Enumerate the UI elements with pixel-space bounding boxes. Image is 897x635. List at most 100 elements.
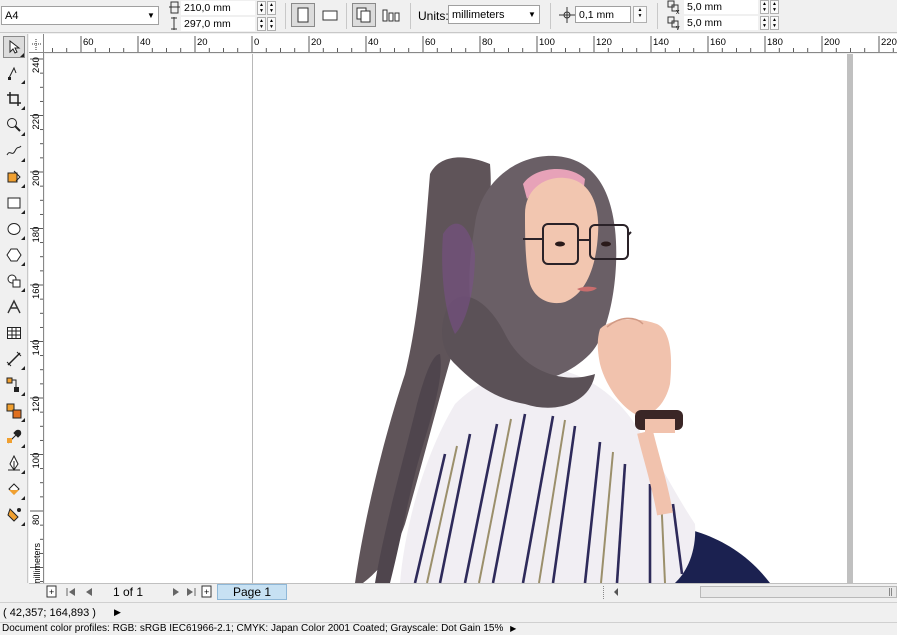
horizontal-ruler[interactable]: 60 40 20 0 20 40 60 80 100 120 140 160 180 200 220 — [44, 34, 897, 53]
chevron-down-icon: ▼ — [147, 11, 155, 20]
scroll-left-button[interactable] — [611, 587, 621, 597]
rectangle-tool-icon — [7, 197, 21, 209]
ruler-label: 180 — [767, 37, 783, 48]
insert-page-after-button[interactable]: + — [200, 585, 214, 599]
color-profiles-text[interactable]: Document color profiles: RGB: sRGB IEC61… — [2, 623, 503, 634]
crop-tool[interactable] — [3, 88, 25, 110]
separator — [346, 3, 347, 29]
pick-tool[interactable] — [3, 36, 25, 58]
eyedropper-tool[interactable] — [3, 426, 25, 448]
ruler-label: 100 — [31, 453, 42, 469]
duplicate-y-spinner[interactable]: ▲ ▼ — [760, 16, 769, 30]
duplicate-x-spinner[interactable]: ▲ ▼ — [760, 0, 769, 14]
ruler-label: 40 — [368, 37, 379, 48]
drawing-canvas[interactable] — [45, 54, 897, 583]
ruler-label: 80 — [31, 514, 42, 525]
separator — [410, 3, 411, 29]
landscape-button[interactable] — [318, 3, 342, 27]
basic-shapes-tool[interactable] — [3, 270, 25, 292]
connector-tool-icon — [6, 377, 19, 392]
page-width-field[interactable]: 210,0 mm — [181, 1, 255, 15]
width-lock-toggle[interactable]: ▲ ▼ — [267, 1, 276, 15]
nudge-spinner[interactable]: ▲ ▼ — [633, 6, 647, 23]
all-pages-button[interactable] — [352, 3, 376, 27]
units-dropdown[interactable]: millimeters ▼ — [448, 5, 540, 24]
ruler-label: 240 — [31, 57, 42, 73]
connector-tool[interactable] — [3, 374, 25, 396]
chevron-down-icon: ▼ — [528, 10, 536, 19]
table-tool[interactable] — [3, 322, 25, 344]
ruler-label: 160 — [710, 37, 726, 48]
separator — [657, 3, 658, 29]
paper-size-dropdown[interactable]: A4 ▼ — [1, 6, 159, 25]
horizontal-scrollbar[interactable] — [700, 586, 897, 598]
portrait-button[interactable] — [291, 3, 315, 27]
outline-pen-tool[interactable] — [3, 452, 25, 474]
text-tool[interactable] — [3, 296, 25, 318]
dimension-tool[interactable] — [3, 348, 25, 370]
splitter-handle[interactable] — [603, 586, 605, 599]
ruler-units-label: millimeters — [32, 542, 42, 583]
ruler-label: 140 — [31, 340, 42, 356]
width-spinner[interactable]: ▲ ▼ — [257, 1, 266, 15]
ruler-label: 220 — [31, 114, 42, 130]
polygon-tool-icon — [6, 248, 22, 262]
last-page-button[interactable] — [185, 586, 197, 598]
units-value: millimeters — [452, 8, 505, 21]
interactive-fill-tool[interactable] — [3, 504, 25, 526]
ellipse-tool[interactable] — [3, 218, 25, 240]
table-tool-icon — [7, 327, 21, 339]
ruler-label: 20 — [311, 37, 322, 48]
next-page-button[interactable] — [170, 586, 182, 598]
pick-tool-icon — [9, 40, 21, 54]
previous-page-button[interactable] — [83, 586, 95, 598]
polygon-tool[interactable] — [3, 244, 25, 266]
rectangle-tool[interactable] — [3, 192, 25, 214]
status-expand-icon[interactable]: ▶ — [114, 607, 121, 618]
ruler-origin-corner[interactable] — [29, 34, 44, 53]
duplicate-y-field[interactable]: 5,0 mm — [684, 16, 758, 30]
smart-fill-tool[interactable] — [3, 166, 25, 188]
profile-arrow-icon[interactable]: ▶ — [510, 624, 516, 633]
ruler-label: 40 — [140, 37, 151, 48]
svg-text:+: + — [49, 587, 54, 597]
height-lock-toggle[interactable]: ▲ ▼ — [267, 17, 276, 31]
zoom-tool[interactable] — [3, 114, 25, 136]
current-page-button[interactable] — [379, 3, 403, 27]
nudge-icon — [559, 7, 575, 23]
freehand-tool[interactable] — [3, 140, 25, 162]
blend-tool[interactable] — [3, 400, 25, 422]
ruler-label: 80 — [482, 37, 493, 48]
height-spinner[interactable]: ▲ ▼ — [257, 17, 266, 31]
toolbox — [0, 34, 28, 583]
current-page-icon — [382, 9, 400, 22]
ruler-origin-icon — [32, 39, 41, 51]
first-page-button[interactable] — [65, 586, 77, 598]
eyedropper-tool-icon — [7, 429, 22, 444]
duplicate-y-icon: y — [667, 16, 681, 32]
separator — [285, 3, 286, 29]
vertical-ruler[interactable]: 240 220 200 180 160 140 120 100 80 millimeters — [29, 53, 44, 583]
first-page-icon — [66, 588, 75, 596]
status-bar: ( 42,357; 164,893 ) ▶ — [0, 602, 897, 622]
photo-image[interactable] — [45, 54, 897, 583]
fill-tool[interactable] — [3, 478, 25, 500]
nudge-distance-field[interactable]: 0,1 mm — [575, 6, 631, 23]
interactive-fill-tool-icon — [7, 508, 21, 522]
tab-page-1[interactable]: Page 1 — [217, 584, 287, 600]
duplicate-x-field[interactable]: 5,0 mm — [684, 0, 758, 14]
duplicate-x-value: 5,0 mm — [687, 1, 723, 13]
shape-tool[interactable] — [3, 62, 25, 84]
ruler-label: 0 — [254, 37, 259, 48]
page-height-field[interactable]: 297,0 mm — [181, 17, 255, 31]
ellipse-tool-icon — [7, 223, 21, 235]
ruler-label: 100 — [539, 37, 555, 48]
nudge-distance-value: 0,1 mm — [579, 8, 615, 21]
insert-page-before-button[interactable]: + — [45, 585, 59, 599]
freehand-tool-icon — [6, 145, 22, 156]
width-icon — [168, 1, 180, 14]
page-width-value: 210,0 mm — [184, 2, 231, 14]
duplicate-x-spinner-2[interactable]: ▲ ▼ — [770, 0, 779, 14]
duplicate-y-spinner-2[interactable]: ▲ ▼ — [770, 16, 779, 30]
previous-page-icon — [86, 588, 92, 596]
